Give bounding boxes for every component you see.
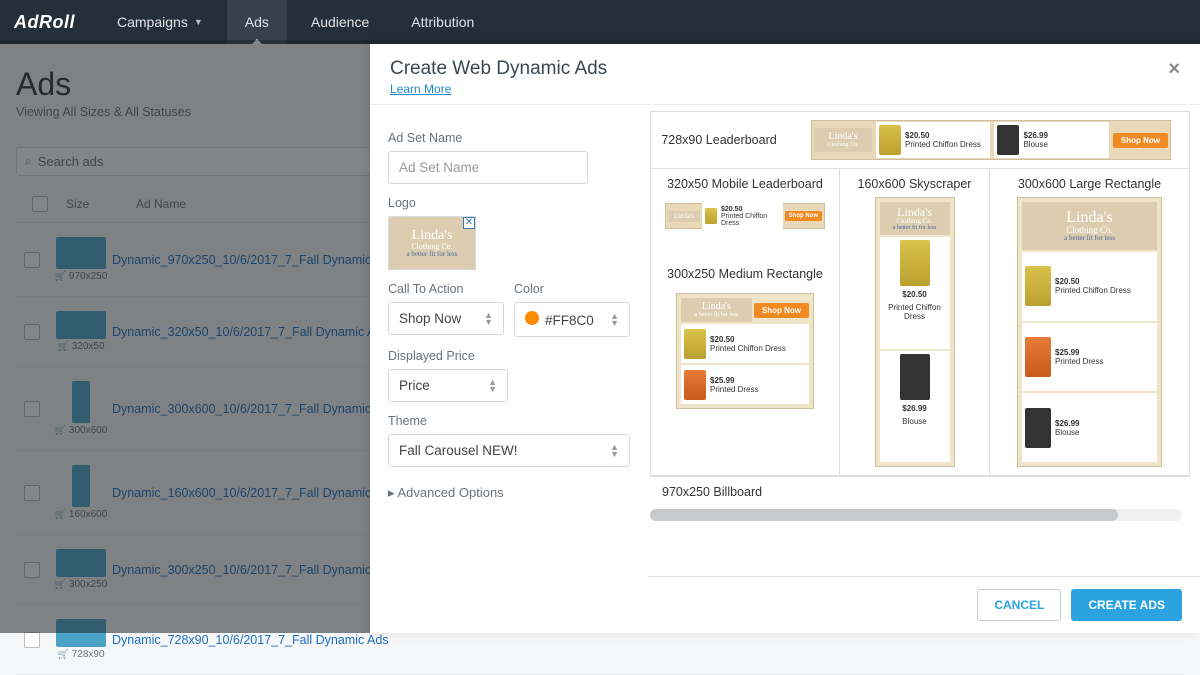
adset-name-input[interactable]: Ad Set Name bbox=[388, 151, 588, 184]
remove-logo-icon[interactable]: ✕ bbox=[463, 217, 475, 229]
row-checkbox[interactable] bbox=[24, 632, 40, 648]
logo-thumbnail[interactable]: ✕ Linda's Clothing Co. a better fit for … bbox=[388, 216, 476, 270]
label-cta: Call To Action bbox=[388, 282, 504, 296]
stepper-icon: ▲▼ bbox=[488, 379, 497, 393]
cart-icon bbox=[57, 649, 68, 660]
nav-audience[interactable]: Audience bbox=[293, 0, 387, 44]
nav-ads-label: Ads bbox=[245, 14, 269, 30]
nav-attribution-label: Attribution bbox=[411, 14, 474, 30]
label-color: Color bbox=[514, 282, 630, 296]
price-value: Price bbox=[399, 378, 430, 393]
stepper-icon: ▲▼ bbox=[484, 312, 493, 326]
preview-300x250: Linda's a better fit for less Shop Now $… bbox=[676, 293, 814, 409]
preview-caption-320: 320x50 Mobile Leaderboard bbox=[667, 177, 823, 191]
advanced-options-toggle[interactable]: ▸ Advanced Options bbox=[388, 485, 630, 501]
preview-160x600: Linda's Clothing Co. a better fit for le… bbox=[875, 197, 955, 467]
advanced-label: Advanced Options bbox=[397, 485, 503, 500]
horizontal-scrollbar[interactable] bbox=[650, 509, 1182, 521]
label-price: Displayed Price bbox=[388, 349, 630, 363]
cancel-button[interactable]: CANCEL bbox=[977, 589, 1061, 621]
learn-more-link[interactable]: Learn More bbox=[390, 82, 451, 96]
stepper-icon: ▲▼ bbox=[610, 313, 619, 327]
nav-ads[interactable]: Ads bbox=[227, 0, 287, 44]
shop-now-button: Shop Now bbox=[1113, 133, 1168, 148]
nav-campaigns[interactable]: Campaigns ▼ bbox=[99, 0, 221, 44]
logo-line1: Linda's bbox=[412, 229, 453, 243]
preview-caption-970: 970x250 Billboard bbox=[650, 476, 1190, 507]
label-adset: Ad Set Name bbox=[388, 131, 630, 145]
nav-audience-label: Audience bbox=[311, 14, 369, 30]
cta-select[interactable]: Shop Now ▲▼ bbox=[388, 302, 504, 335]
preview-caption-160: 160x600 Skyscraper bbox=[858, 177, 972, 191]
ad-name-link[interactable]: Dynamic_728x90_10/6/2017_7_Fall Dynamic … bbox=[112, 633, 389, 647]
stepper-icon: ▲▼ bbox=[610, 444, 619, 458]
preview-300x600: Linda's Clothing Co. a better fit for le… bbox=[1017, 197, 1162, 467]
preview-320x50: Linda's $20.50Printed Chiffon Dress Shop… bbox=[665, 203, 825, 229]
price-select[interactable]: Price ▲▼ bbox=[388, 369, 508, 402]
color-select[interactable]: #FF8C0 ▲▼ bbox=[514, 302, 630, 337]
label-logo: Logo bbox=[388, 196, 630, 210]
size-badge: 728x90 bbox=[57, 649, 104, 660]
create-ads-button[interactable]: CREATE ADS bbox=[1071, 589, 1182, 621]
adset-placeholder: Ad Set Name bbox=[399, 160, 479, 175]
create-ads-modal: Create Web Dynamic Ads Learn More × Ad S… bbox=[370, 44, 1200, 633]
preview-caption-728: 728x90 Leaderboard bbox=[659, 133, 779, 147]
theme-select[interactable]: Fall Carousel NEW! ▲▼ bbox=[388, 434, 630, 467]
color-value: #FF8C0 bbox=[545, 313, 594, 328]
color-swatch bbox=[525, 311, 539, 325]
modal-title: Create Web Dynamic Ads bbox=[390, 58, 607, 80]
preview-caption-300x600: 300x600 Large Rectangle bbox=[1018, 177, 1161, 191]
preview-caption-300x250: 300x250 Medium Rectangle bbox=[667, 267, 823, 281]
preview-grid: 728x90 Leaderboard Linda's Clothing Co. … bbox=[650, 111, 1190, 476]
brand-logo: AdRoll bbox=[14, 12, 93, 33]
cta-value: Shop Now bbox=[399, 311, 461, 326]
theme-value: Fall Carousel NEW! bbox=[399, 443, 518, 458]
nav-attribution[interactable]: Attribution bbox=[393, 0, 492, 44]
close-icon[interactable]: × bbox=[1168, 58, 1180, 81]
caret-down-icon: ▼ bbox=[194, 17, 203, 27]
logo-tag: a better fit for less bbox=[407, 251, 458, 258]
chevron-right-icon: ▸ bbox=[388, 485, 395, 500]
preview-728x90: Linda's Clothing Co. $20.50Printed Chiff… bbox=[811, 120, 1171, 160]
nav-campaigns-label: Campaigns bbox=[117, 14, 188, 30]
label-theme: Theme bbox=[388, 414, 630, 428]
